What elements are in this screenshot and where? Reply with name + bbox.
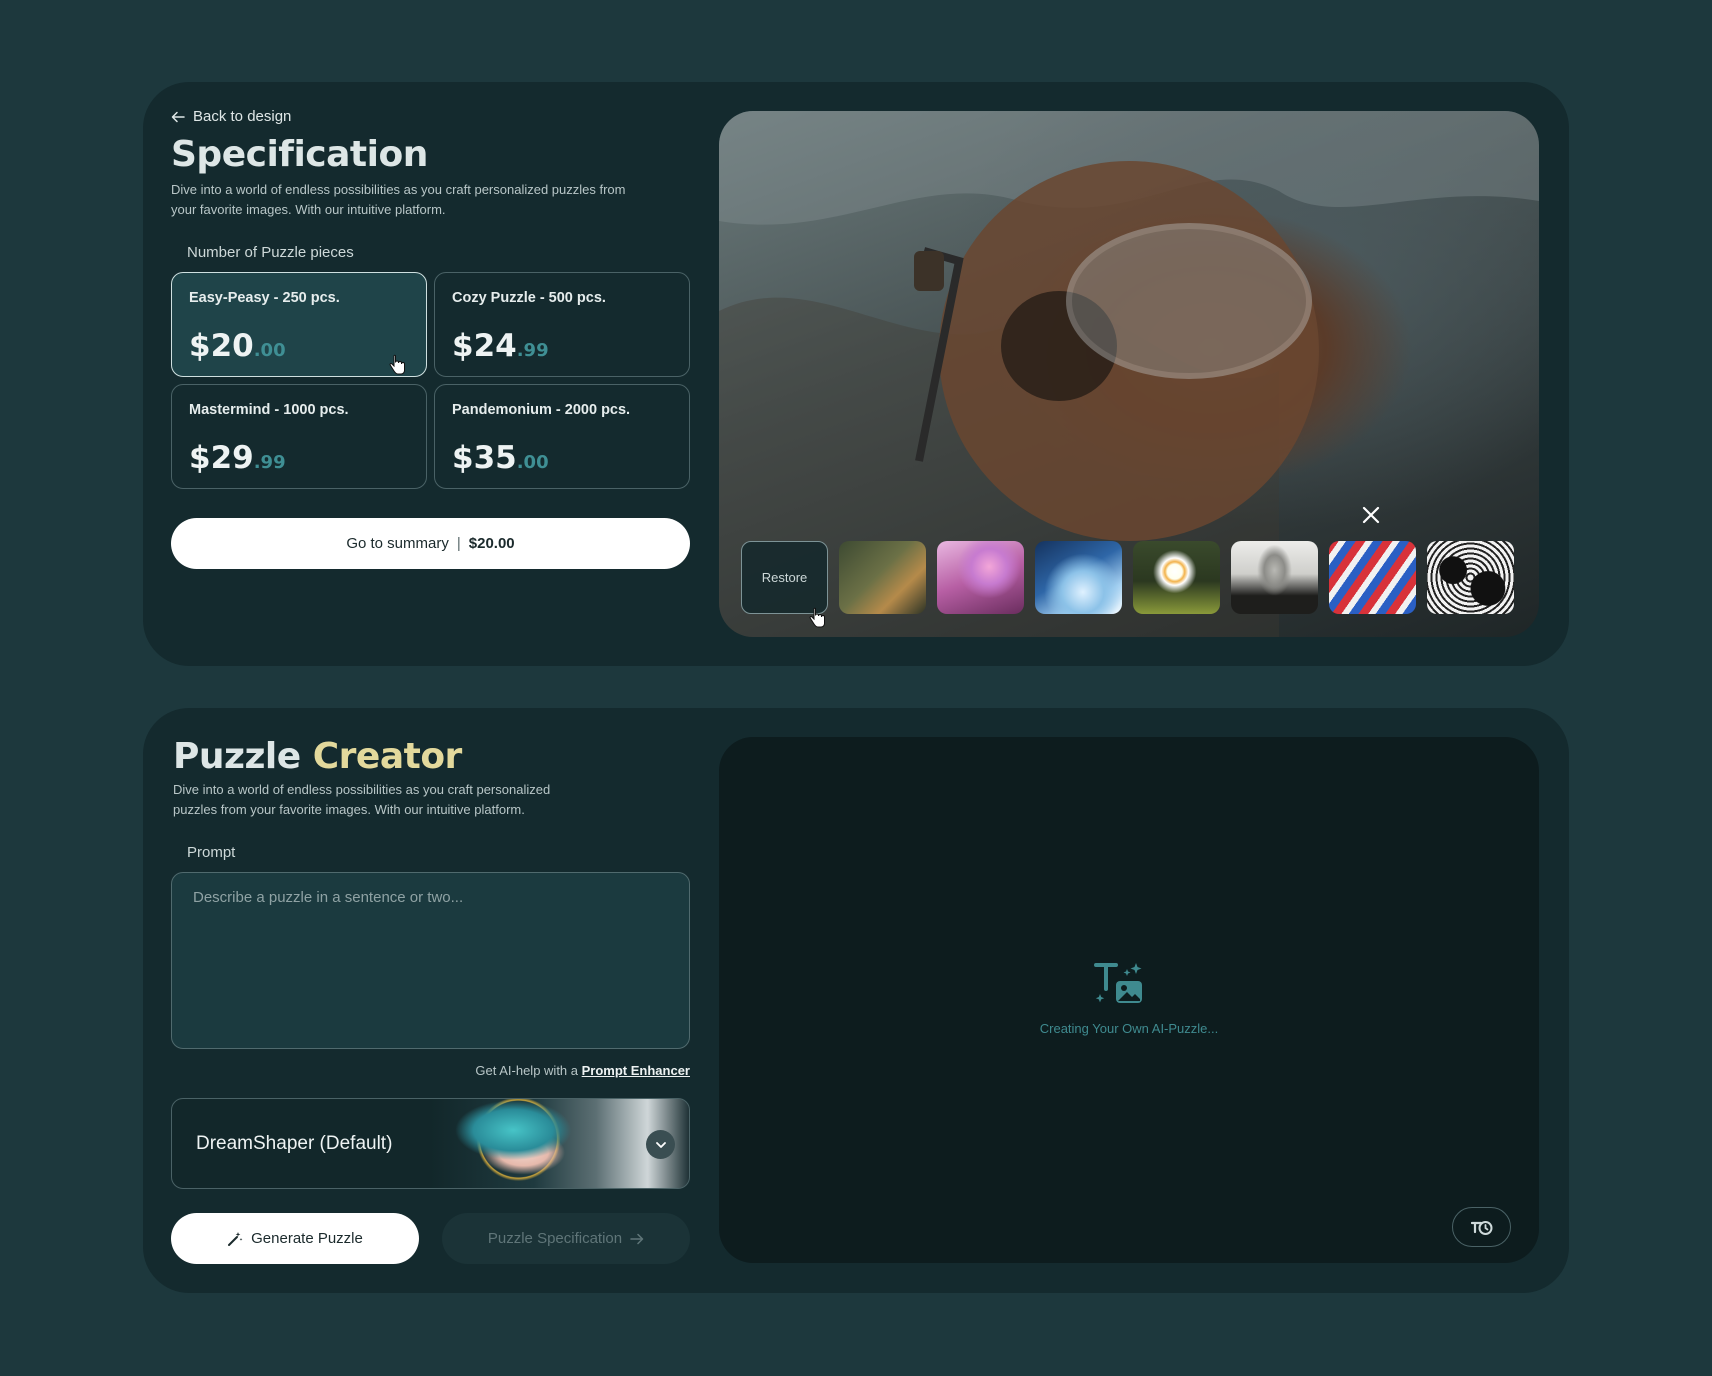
history-button[interactable] [1452, 1207, 1511, 1247]
summary-label: Go to summary [346, 535, 449, 552]
creator-title: Puzzle Creator [173, 736, 462, 777]
thumbnail-ice-wave[interactable] [1035, 541, 1122, 614]
thumbnail-flower[interactable] [1133, 541, 1220, 614]
page-title: Specification [171, 134, 428, 175]
option-title: Easy-Peasy - 250 pcs. [189, 290, 340, 306]
pointer-hand-icon [389, 354, 405, 375]
option-title: Cozy Puzzle - 500 pcs. [452, 290, 606, 306]
generation-status: Creating Your Own AI-Puzzle... [1039, 1021, 1219, 1036]
option-price: $20.00 [189, 328, 286, 364]
history-icon [1470, 1221, 1492, 1235]
puzzle-specification-label: Puzzle Specification [487, 1230, 623, 1247]
option-price: $29.99 [189, 440, 286, 476]
specification-description: Dive into a world of endless possibiliti… [171, 182, 626, 217]
restore-thumbnail[interactable]: Restore [741, 541, 828, 614]
creator-description: Dive into a world of endless possibiliti… [173, 782, 551, 817]
summary-separator: | [456, 535, 461, 552]
option-price: $35.00 [452, 440, 549, 476]
option-cozy-puzzle[interactable]: Cozy Puzzle - 500 pcs. $24.99 [434, 272, 690, 377]
option-price: $24.99 [452, 328, 549, 364]
restore-label: Restore [761, 570, 808, 585]
thumbnail-pink-bubble[interactable] [937, 541, 1024, 614]
option-title: Mastermind - 1000 pcs. [189, 402, 349, 418]
back-to-design-label: Back to design [193, 108, 292, 125]
prompt-label: Prompt [187, 844, 236, 861]
prompt-enhancer-link[interactable]: Prompt Enhancer [582, 1063, 690, 1078]
specification-card: Back to design Specification Dive into a… [143, 82, 1569, 666]
prompt-input[interactable] [171, 872, 690, 1049]
magic-wand-icon [228, 1231, 243, 1246]
option-pandemonium[interactable]: Pandemonium - 2000 pcs. $35.00 [434, 384, 690, 489]
pointer-hand-icon [809, 607, 825, 628]
thumbnail-black-white-cows[interactable] [1427, 541, 1514, 614]
thumbnail-psychedelic-hand[interactable] [1329, 541, 1416, 614]
arrow-left-icon [171, 111, 185, 122]
go-to-summary-button[interactable]: Go to summary | $20.00 [171, 518, 690, 569]
close-icon[interactable] [1360, 504, 1382, 526]
model-select[interactable]: DreamShaper (Default) [171, 1098, 690, 1189]
generate-puzzle-label: Generate Puzzle [251, 1230, 363, 1247]
back-to-design-link[interactable]: Back to design [171, 108, 291, 125]
chevron-down-icon[interactable] [646, 1130, 675, 1159]
arrow-right-icon [630, 1233, 644, 1244]
image-thumbnail-strip: Restore [741, 541, 1514, 614]
puzzle-specification-button[interactable]: Puzzle Specification [442, 1213, 690, 1264]
pieces-label: Number of Puzzle pieces [187, 244, 354, 261]
generate-puzzle-button[interactable]: Generate Puzzle [171, 1213, 419, 1264]
option-title: Pandemonium - 2000 pcs. [452, 402, 631, 418]
puzzle-creator-card: Puzzle Creator Dive into a world of endl… [143, 708, 1569, 1293]
enhancer-hint: Get AI-help with a Prompt Enhancer [475, 1063, 690, 1078]
thumbnail-forest-creatures[interactable] [839, 541, 926, 614]
generation-canvas: Creating Your Own AI-Puzzle... [719, 737, 1539, 1263]
option-mastermind[interactable]: Mastermind - 1000 pcs. $29.99 [171, 384, 427, 489]
thumbnail-stone-head[interactable] [1231, 541, 1318, 614]
text-to-image-icon [1094, 963, 1142, 1003]
model-select-value: DreamShaper (Default) [196, 1133, 393, 1154]
summary-amount: $20.00 [468, 535, 515, 552]
